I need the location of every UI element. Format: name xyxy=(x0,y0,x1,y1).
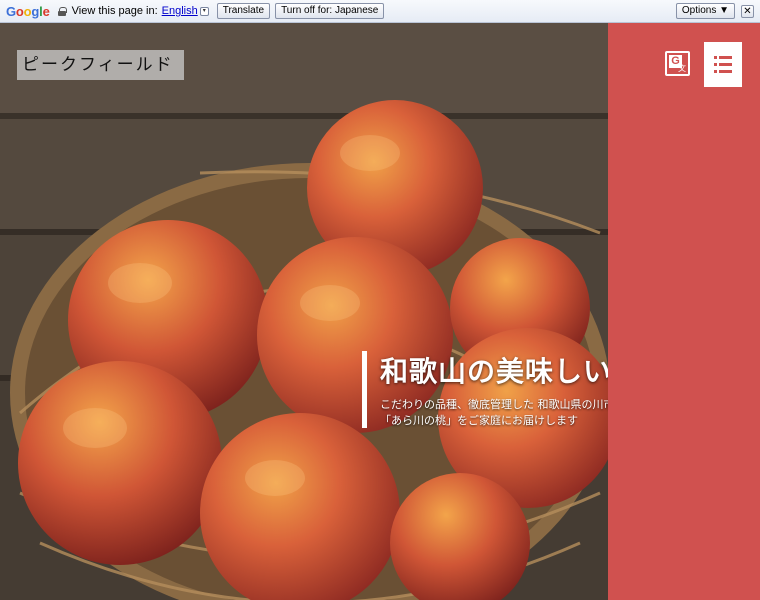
hero-subtext-line-2: 「あら川の桃」をご家庭にお届けします xyxy=(380,414,578,427)
hero-headline: 和歌山の美味しい桃なら xyxy=(380,355,608,388)
peach-basket-illustration xyxy=(0,23,608,600)
options-button[interactable]: Options ▼ xyxy=(675,3,735,19)
hero-image: ピークフィールド 和歌山の美味しい桃なら こだわりの品種、徹底管理した 和歌山県… xyxy=(0,23,608,600)
menu-list-icon xyxy=(714,56,732,59)
translate-icon-char: 文 xyxy=(678,64,686,73)
translate-button[interactable]: Translate xyxy=(216,3,271,19)
close-icon[interactable]: ✕ xyxy=(741,4,754,18)
turn-off-button[interactable]: Turn off for: Japanese xyxy=(275,3,385,19)
google-translate-bar: Google View this page in: English ▾ Tran… xyxy=(0,0,760,23)
side-panel: G 文 xyxy=(608,23,760,600)
hero-subtext: こだわりの品種、徹底管理した 和歌山県の川市名産の 「あら川の桃」をご家庭にお届… xyxy=(380,397,608,429)
language-dropdown-icon[interactable]: ▾ xyxy=(199,6,209,16)
headline-accent-bar xyxy=(362,351,367,428)
google-translate-icon[interactable]: G 文 xyxy=(665,51,690,76)
menu-button[interactable] xyxy=(704,42,742,87)
translate-prompt: View this page in: xyxy=(71,5,158,17)
language-link[interactable]: English xyxy=(162,5,198,17)
hero-subtext-line-1: こだわりの品種、徹底管理した 和歌山県の川市名産の xyxy=(380,398,608,411)
google-logo: Google xyxy=(6,3,50,19)
site-logo[interactable]: ピークフィールド xyxy=(17,50,184,80)
lock-icon xyxy=(57,6,67,16)
